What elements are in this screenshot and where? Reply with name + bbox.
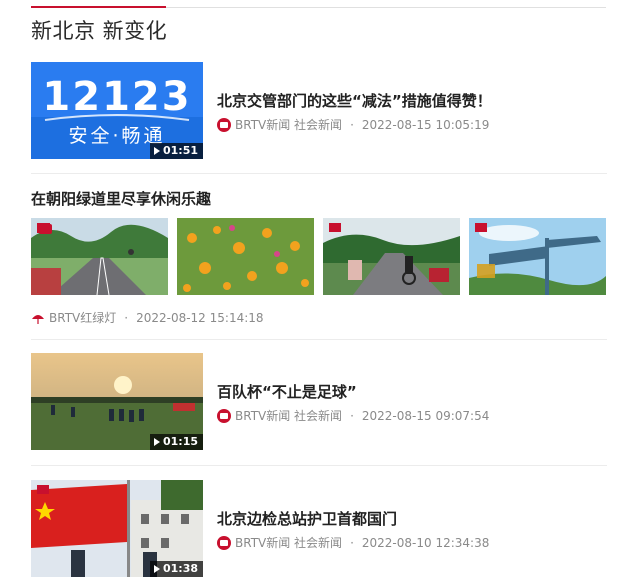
- video-duration: 01:15: [149, 434, 203, 450]
- gallery-image-1[interactable]: [31, 218, 168, 295]
- meta-separator: ·: [350, 535, 354, 550]
- section-title: 新北京 新变化: [31, 19, 168, 43]
- item-divider: [31, 465, 607, 466]
- news-meta-2: BRTV红绿灯 · 2022-08-12 15:14:18: [31, 309, 264, 326]
- video-duration: 01:51: [149, 143, 203, 159]
- news-item-4[interactable]: 01:38 北京边检总站护卫首都国门 BRTV新闻 社会新闻 · 2022-08…: [31, 480, 607, 578]
- gallery-image-2[interactable]: [177, 218, 314, 295]
- news-source: BRTV新闻 社会新闻: [235, 536, 343, 550]
- brtv-watermark-icon: [39, 224, 52, 234]
- photo-gallery: [31, 218, 606, 295]
- news-source: BRTV红绿灯: [49, 311, 117, 325]
- video-thumbnail-3[interactable]: 01:15: [31, 353, 203, 450]
- news-title-3[interactable]: 百队杯“不止是足球”: [217, 381, 357, 402]
- play-icon: [153, 437, 160, 446]
- news-source: BRTV新闻 社会新闻: [235, 118, 343, 132]
- news-date: 2022-08-15 09:07:54: [361, 408, 490, 423]
- news-title-4[interactable]: 北京边检总站护卫首都国门: [217, 508, 397, 529]
- meta-separator: ·: [350, 117, 354, 132]
- brtv-logo-icon: [217, 535, 231, 550]
- gallery-image-4[interactable]: [469, 218, 606, 295]
- news-item-3[interactable]: 01:15 百队杯“不止是足球” BRTV新闻 社会新闻 · 2022-08-1…: [31, 353, 607, 451]
- news-date: 2022-08-15 10:05:19: [361, 117, 490, 132]
- brtv-logo-icon: [217, 408, 231, 423]
- news-meta-1: BRTV新闻 社会新闻 · 2022-08-15 10:05:19: [217, 116, 489, 133]
- news-title-2[interactable]: 在朝阳绿道里尽享休闲乐趣: [31, 188, 211, 209]
- meta-separator: ·: [124, 310, 129, 325]
- video-thumbnail-4[interactable]: 01:38: [31, 480, 203, 577]
- item-divider: [31, 173, 607, 174]
- news-meta-4: BRTV新闻 社会新闻 · 2022-08-10 12:34:38: [217, 534, 489, 551]
- play-icon: [153, 564, 160, 573]
- news-item-1[interactable]: 12123 安全·畅通 01:51 北京交管部门的这些“减法”措施值得赞！ BR…: [31, 62, 607, 160]
- section-accent-bar: [31, 6, 166, 8]
- section-top-rule: [31, 6, 606, 8]
- news-title-1[interactable]: 北京交管部门的这些“减法”措施值得赞！: [217, 90, 492, 111]
- news-meta-3: BRTV新闻 社会新闻 · 2022-08-15 09:07:54: [217, 407, 489, 424]
- thumbnail-logo-text: 12123: [42, 74, 191, 120]
- play-icon: [153, 146, 160, 155]
- umbrella-icon: [31, 311, 45, 325]
- meta-separator: ·: [350, 408, 354, 423]
- item-divider: [31, 339, 607, 340]
- video-duration: 01:38: [149, 561, 203, 577]
- video-thumbnail-1[interactable]: 12123 安全·畅通 01:51: [31, 62, 203, 159]
- gallery-image-3[interactable]: [323, 218, 460, 295]
- news-source: BRTV新闻 社会新闻: [235, 409, 343, 423]
- news-date: 2022-08-10 12:34:38: [361, 535, 490, 550]
- brtv-logo-icon: [217, 117, 231, 132]
- news-date: 2022-08-12 15:14:18: [136, 310, 264, 325]
